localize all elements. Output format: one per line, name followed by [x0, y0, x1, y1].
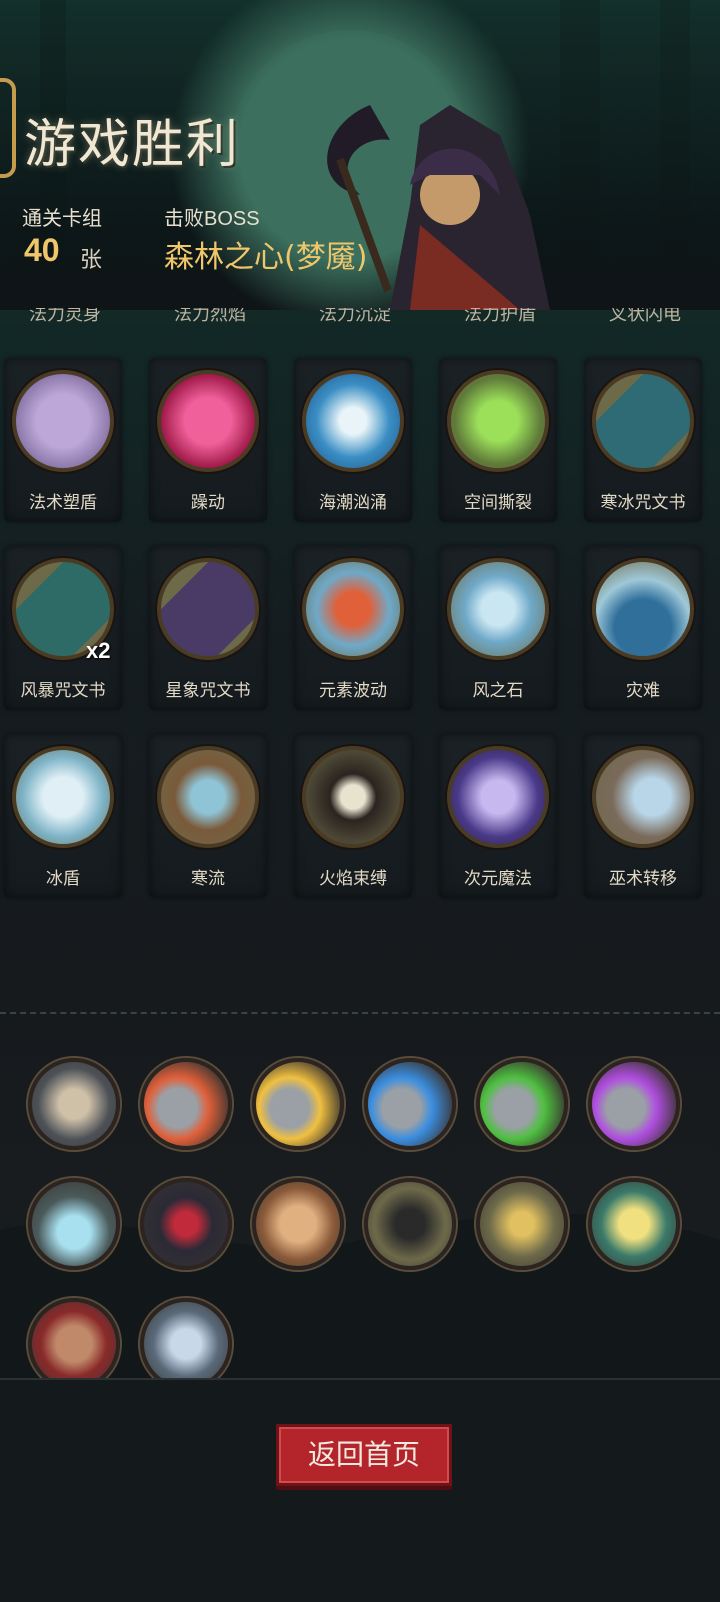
card-wizard-transfer[interactable]: 巫术转移 [584, 734, 702, 898]
skeleton-bound-icon [302, 746, 404, 848]
bard-blue-icon[interactable] [364, 1058, 456, 1150]
bearded-pirate-icon[interactable] [252, 1178, 344, 1270]
card-count-badge: x2 [86, 638, 111, 663]
card-ice-shield[interactable]: 冰盾 [4, 734, 122, 898]
boss-label: 击败BOSS [164, 208, 260, 230]
card-tidal-surge[interactable]: 海潮汹涌 [294, 358, 412, 522]
star-spellbook-icon [157, 558, 259, 660]
card-name: 巫术转移 [609, 869, 677, 888]
card-name: 风之石 [472, 681, 524, 700]
ice-shield-icon [12, 746, 114, 848]
deck-unit: 张 [80, 247, 103, 272]
card-cold-current[interactable]: 寒流 [149, 734, 267, 898]
cold-current-icon [157, 746, 259, 848]
card-name: 次元魔法 [464, 869, 532, 888]
card-name: 寒冰咒文书 [600, 493, 686, 512]
bard-yellow-icon[interactable] [252, 1058, 344, 1150]
card-name: 躁动 [191, 493, 225, 512]
card-space-rift[interactable]: 空间撕裂 [439, 358, 557, 522]
card-star-spellbook[interactable]: 星象咒文书 [149, 546, 267, 710]
return-home-button[interactable]: 返回首页 [276, 1424, 452, 1486]
page-title: 游戏胜利 [24, 115, 241, 175]
mage-shield-icon [12, 370, 114, 472]
tidal-wave-icon [302, 370, 404, 472]
relic-list [0, 1030, 720, 1378]
card-flame-bind[interactable]: 火焰束缚 [294, 734, 412, 898]
card-name: 海潮汹涌 [319, 493, 387, 512]
card-name: 风暴咒文书 [20, 681, 106, 700]
card-name: 星象咒文书 [165, 681, 251, 700]
wind-stone-icon [447, 558, 549, 660]
card-name: 元素波动 [319, 681, 387, 700]
deck-count: 40 [24, 232, 60, 268]
card-name: 火焰束缚 [319, 869, 387, 888]
demon-mask-icon [157, 370, 259, 472]
witch-hero-icon [327, 105, 550, 310]
bleeding-brawler-icon[interactable] [28, 1298, 120, 1378]
tornado-icon[interactable] [364, 1178, 456, 1270]
disaster-wave-icon [592, 558, 694, 660]
deck-label: 通关卡组 [22, 208, 102, 230]
card-agitation[interactable]: 躁动 [149, 358, 267, 522]
card-storm-spellbook[interactable]: x2 风暴咒文书 [4, 546, 122, 710]
card-ice-spellbook[interactable]: 寒冰咒文书 [584, 358, 702, 522]
section-divider [0, 1012, 720, 1014]
campfire-icon[interactable] [28, 1178, 120, 1270]
bard-green-icon[interactable] [476, 1058, 568, 1150]
gold-sword-icon[interactable] [476, 1178, 568, 1270]
card-wind-stone[interactable]: 风之石 [439, 546, 557, 710]
card-mage-shield[interactable]: 法术塑盾 [4, 358, 122, 522]
wizard-transfer-icon [592, 746, 694, 848]
card-name: 灾难 [626, 681, 660, 700]
open-spellbook-icon[interactable] [588, 1178, 680, 1270]
card-name: 寒流 [191, 869, 225, 888]
card-name: 法术塑盾 [29, 493, 97, 512]
space-rift-icon [447, 370, 549, 472]
dagger-icon[interactable] [140, 1298, 232, 1378]
card-dimension-magic[interactable]: 次元魔法 [439, 734, 557, 898]
card-disaster[interactable]: 灾难 [584, 546, 702, 710]
red-book-icon[interactable] [140, 1178, 232, 1270]
bard-red-icon[interactable] [140, 1058, 232, 1150]
card-name: 空间撕裂 [464, 493, 532, 512]
card-element-wave[interactable]: 元素波动 [294, 546, 412, 710]
bard-purple-icon[interactable] [588, 1058, 680, 1150]
card-name: 冰盾 [46, 869, 80, 888]
element-wave-icon [302, 558, 404, 660]
title-bracket-icon [0, 78, 16, 178]
bottom-bar [0, 1378, 720, 1602]
ice-spellbook-icon [592, 370, 694, 472]
dimension-magic-icon [447, 746, 549, 848]
old-sage-icon[interactable] [28, 1058, 120, 1150]
